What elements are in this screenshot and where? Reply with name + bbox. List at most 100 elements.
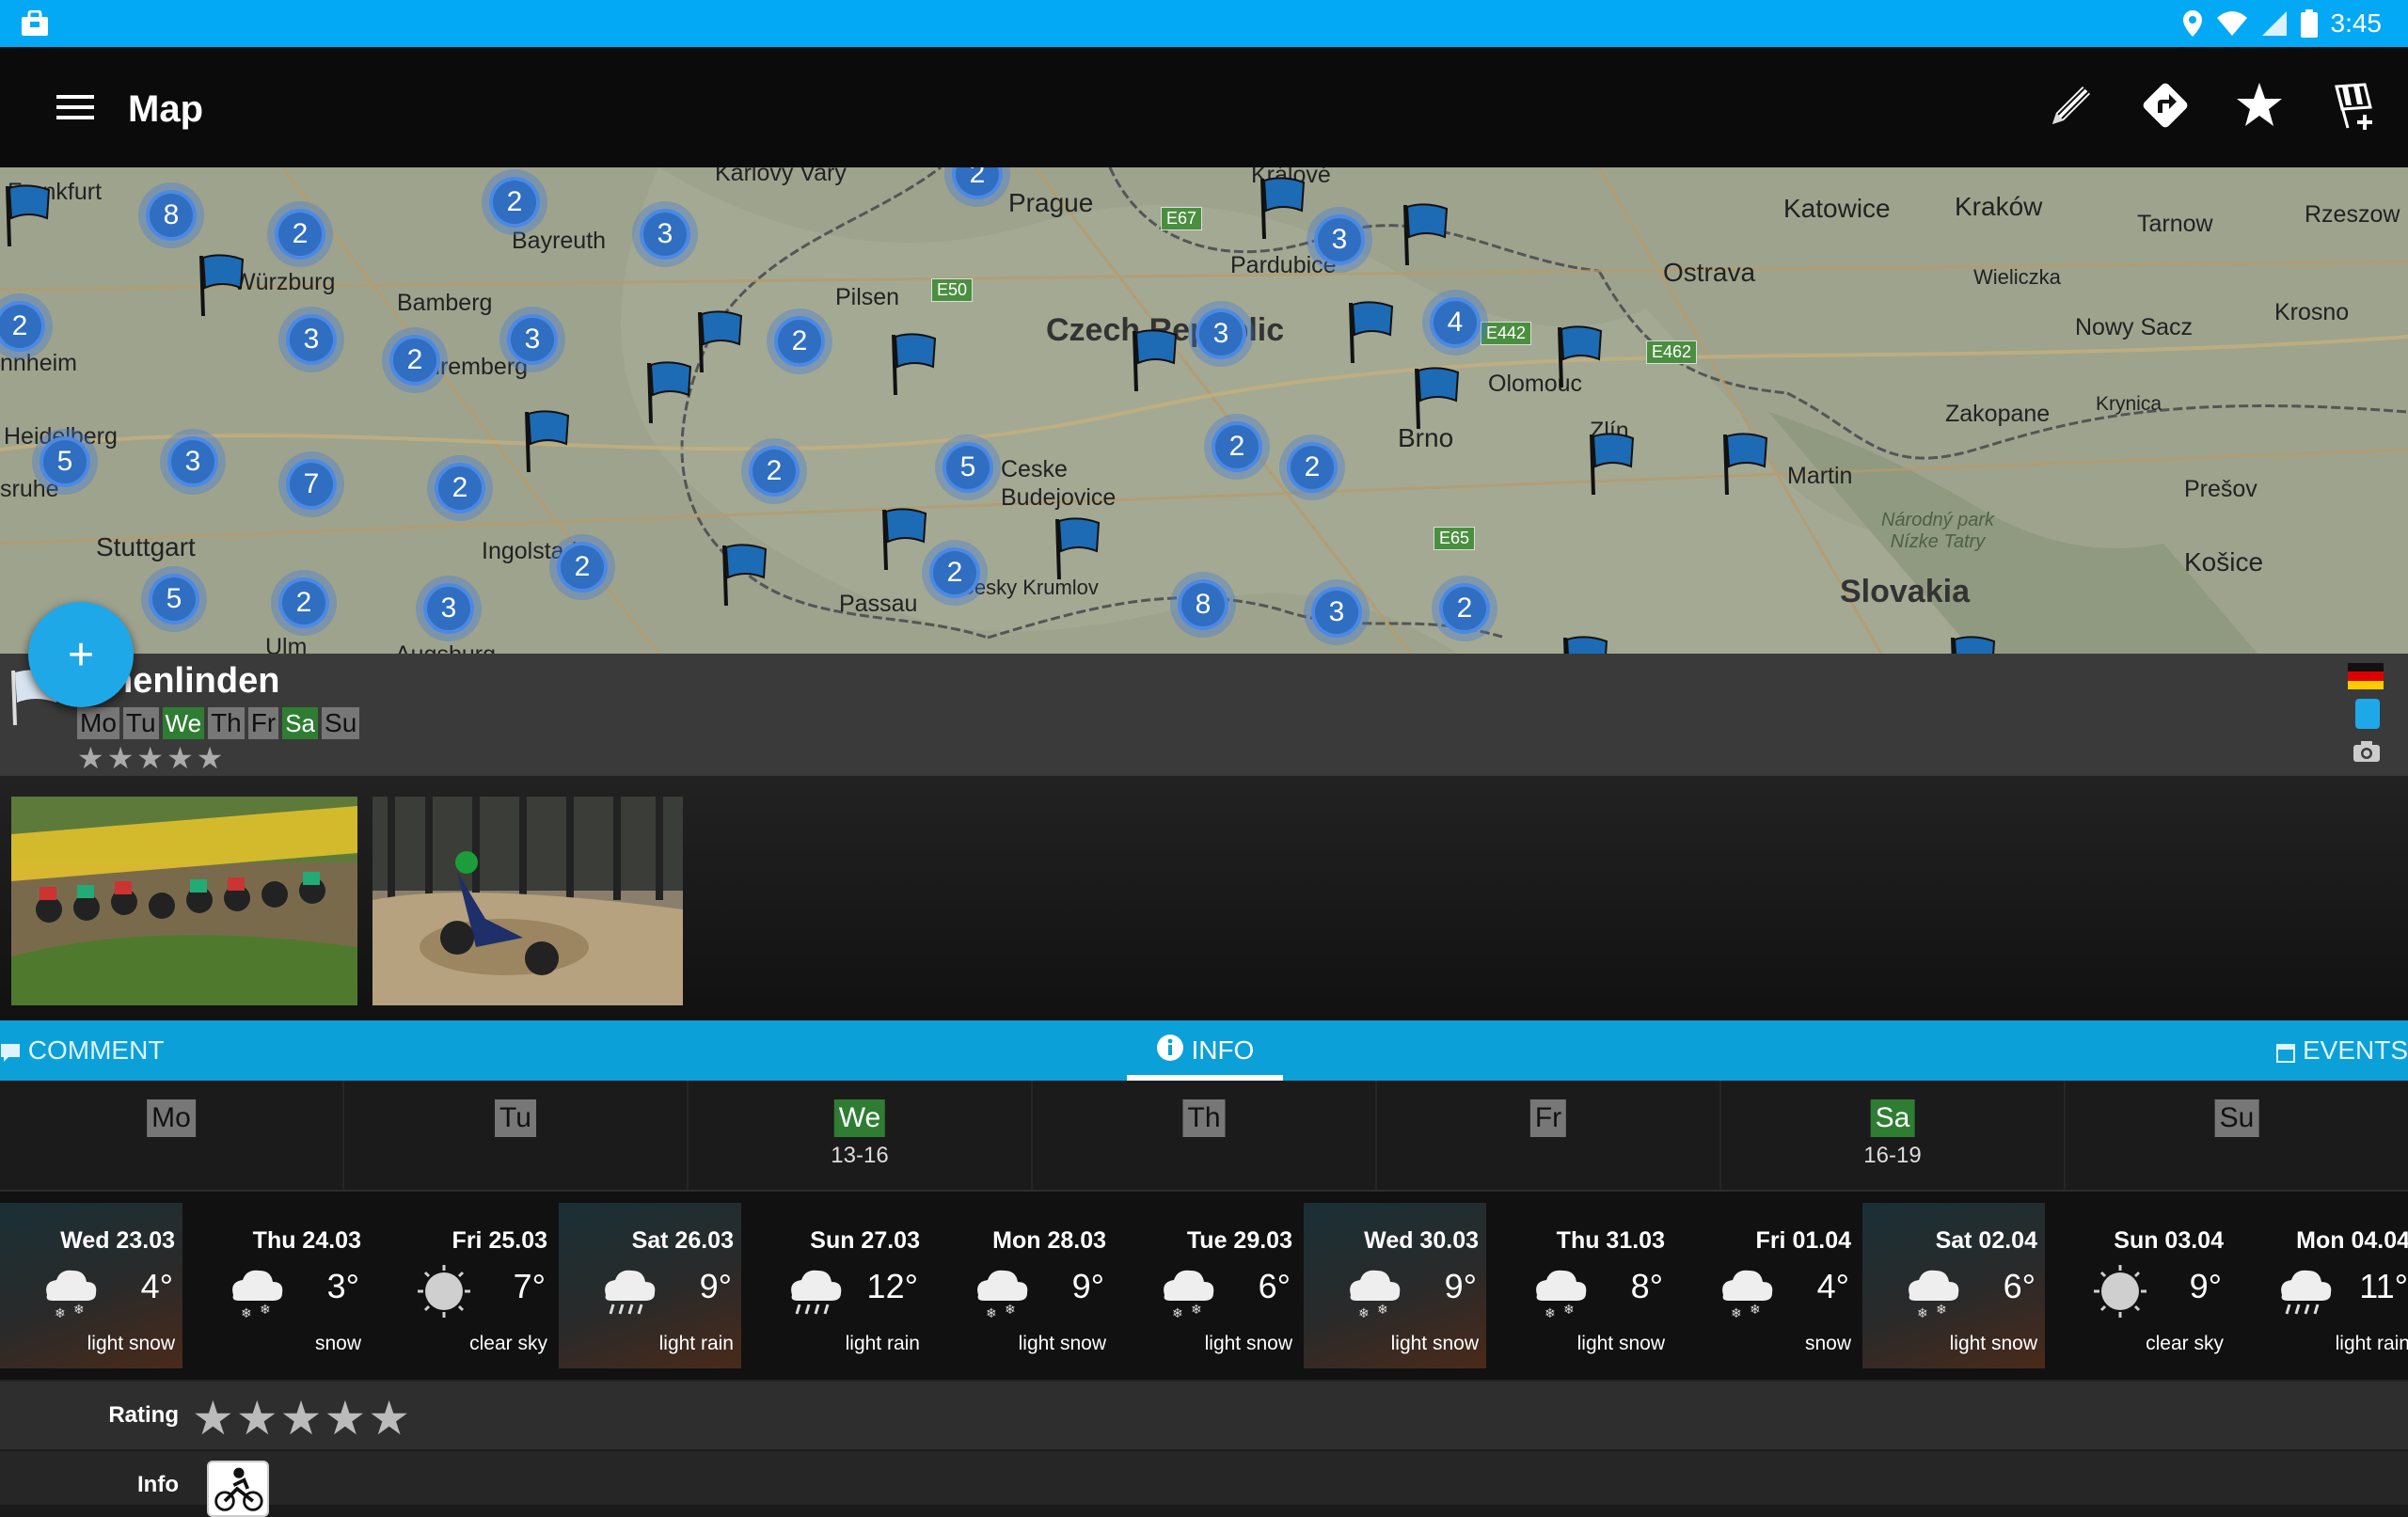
map-cluster[interactable]: 2 xyxy=(1439,583,1490,634)
flag-marker-icon[interactable] xyxy=(1558,634,1612,654)
flag-marker-icon[interactable] xyxy=(194,252,248,318)
flag-marker-icon[interactable] xyxy=(1255,175,1309,241)
map-label: Bamberg xyxy=(397,290,493,316)
snow-cloud-icon: ❄ ❄ xyxy=(1164,1270,1214,1320)
forecast-card[interactable]: Fri 01.04 ❄ ❄ 4° snow xyxy=(1676,1203,1859,1368)
directions-icon[interactable] xyxy=(2139,79,2192,132)
forecast-card[interactable]: Wed 23.03 ❄ ❄ 4° light snow xyxy=(0,1203,182,1368)
svg-text:❄: ❄ xyxy=(1358,1305,1370,1320)
flag-marker-icon[interactable] xyxy=(886,331,941,397)
svg-text:❄: ❄ xyxy=(1917,1305,1928,1320)
map-cluster[interactable]: 3 xyxy=(167,436,218,487)
forecast-date: Thu 31.03 xyxy=(1556,1227,1665,1254)
map-cluster[interactable]: 4 xyxy=(1430,297,1481,348)
add-fab-button[interactable]: + xyxy=(28,602,134,707)
forecast-card[interactable]: Wed 30.03 ❄ ❄ 9° light snow xyxy=(1304,1203,1486,1368)
flag-marker-icon[interactable] xyxy=(1584,431,1639,497)
map-cluster[interactable]: 5 xyxy=(149,574,199,624)
photo-thumbnail[interactable] xyxy=(11,797,357,1005)
rating-stars[interactable]: ★★★★★ xyxy=(192,1391,412,1446)
map-cluster[interactable]: 3 xyxy=(640,209,690,260)
map-cluster[interactable]: 3 xyxy=(1314,214,1365,265)
forecast-card[interactable]: Sun 03.04 9° clear sky xyxy=(2049,1203,2231,1368)
flag-marker-icon[interactable] xyxy=(519,408,574,474)
map-label: Národný park Nízke Tatry xyxy=(1880,510,1995,552)
map-cluster[interactable]: 2 xyxy=(435,463,485,514)
motocross-icon xyxy=(207,1461,269,1517)
map-cluster[interactable]: 7 xyxy=(286,459,337,510)
flag-marker-icon[interactable] xyxy=(642,359,696,425)
map-cluster[interactable]: 2 xyxy=(1212,421,1262,472)
forecast-temp: 9° xyxy=(1444,1267,1477,1305)
map-cluster[interactable]: 8 xyxy=(146,190,197,241)
map-cluster[interactable]: 5 xyxy=(943,442,993,493)
map-cluster[interactable]: 2 xyxy=(557,542,608,593)
flag-marker-icon[interactable] xyxy=(1718,431,1772,497)
flag-marker-icon[interactable] xyxy=(692,308,747,374)
map-label: Ostrava xyxy=(1663,258,1756,287)
forecast-card[interactable]: Mon 04.04 11° light rain xyxy=(2235,1203,2408,1368)
map-cluster[interactable]: 5 xyxy=(40,436,90,487)
map-cluster[interactable]: 2 xyxy=(278,577,329,628)
svg-text:❄: ❄ xyxy=(1563,1302,1575,1317)
pencil-icon[interactable] xyxy=(2045,79,2098,132)
forecast-card[interactable]: Sun 27.03 12° light rain xyxy=(745,1203,927,1368)
map-label: Košice xyxy=(2184,547,2264,577)
forecast-card[interactable]: Thu 24.03 ❄ ❄ 3° snow xyxy=(186,1203,369,1368)
tab-info[interactable]: INFO xyxy=(1127,1020,1283,1081)
camera-icon[interactable] xyxy=(2352,740,2382,763)
map-cluster[interactable]: 8 xyxy=(1178,579,1228,630)
map-cluster[interactable]: 3 xyxy=(1196,308,1246,359)
forecast-condition: light snow xyxy=(87,1333,175,1354)
forecast-condition: light snow xyxy=(1204,1333,1292,1354)
star-icon[interactable] xyxy=(2233,79,2286,132)
flag-marker-icon[interactable] xyxy=(1127,327,1181,393)
flag-marker-icon[interactable] xyxy=(1343,299,1398,365)
forecast-card[interactable]: Sat 26.03 9° light rain xyxy=(559,1203,741,1368)
map-cluster[interactable]: 2 xyxy=(489,177,540,228)
flag-marker-icon[interactable] xyxy=(717,542,771,608)
flag-marker-icon[interactable] xyxy=(1050,515,1104,581)
tab-comment[interactable]: COMMENT xyxy=(0,1020,164,1081)
flag-marker-icon[interactable] xyxy=(1945,634,2000,654)
wifi-icon xyxy=(2216,11,2247,36)
hamburger-menu-icon[interactable] xyxy=(56,92,94,122)
forecast-card[interactable]: Mon 28.03 ❄ ❄ 9° light snow xyxy=(931,1203,1114,1368)
map-label: Rzeszow xyxy=(2305,201,2400,228)
flag-marker-icon[interactable] xyxy=(1409,365,1464,431)
map-cluster[interactable]: 2 xyxy=(1287,442,1338,493)
map-label: Passau xyxy=(839,591,918,617)
flag-marker-icon[interactable] xyxy=(1552,324,1607,389)
map-cluster[interactable]: 2 xyxy=(774,316,825,367)
map-cluster[interactable]: 3 xyxy=(507,314,558,365)
map-view[interactable]: Frankfurt Prague Katowice Kraków Rzeszow… xyxy=(0,167,2408,654)
venue-summary[interactable]: henlinden Mo Tu We Th Fr Sa Su ★★★★★ xyxy=(0,654,2408,776)
weekday-column: Tu xyxy=(344,1081,689,1190)
flag-marker-icon[interactable] xyxy=(1398,201,1452,267)
tab-events[interactable]: EVENTS xyxy=(2276,1020,2408,1081)
weather-forecast[interactable]: Wed 23.03 ❄ ❄ 4° light snow Thu 24.03 ❄ ❄ 3° snow… xyxy=(0,1192,2408,1380)
plus-icon: + xyxy=(67,629,95,680)
map-cluster[interactable]: 2 xyxy=(929,547,980,598)
info-label: Info xyxy=(137,1472,179,1497)
map-cluster[interactable]: 2 xyxy=(749,446,800,497)
map-cluster[interactable]: 3 xyxy=(423,583,474,634)
svg-text:❄: ❄ xyxy=(260,1302,271,1317)
forecast-card[interactable]: Sat 02.04 ❄ ❄ 6° light snow xyxy=(1862,1203,2045,1368)
map-cluster[interactable]: 2 xyxy=(389,335,440,386)
flag-marker-icon[interactable] xyxy=(0,182,55,248)
tab-label: EVENTS xyxy=(2302,1035,2408,1065)
checkered-flag-add-icon[interactable] xyxy=(2327,79,2380,132)
map-cluster[interactable]: 2 xyxy=(275,209,325,260)
photo-thumbnail[interactable] xyxy=(372,797,683,1005)
comment-icon xyxy=(1,1043,20,1062)
map-pin-icon xyxy=(2355,699,2380,729)
map-cluster[interactable]: 3 xyxy=(1311,587,1362,638)
rain-cloud-icon xyxy=(791,1270,842,1315)
forecast-card[interactable]: Thu 31.03 ❄ ❄ 8° light snow xyxy=(1490,1203,1672,1368)
map-cluster[interactable]: 3 xyxy=(286,314,337,365)
flag-marker-icon[interactable] xyxy=(877,506,931,572)
forecast-temp: 4° xyxy=(140,1267,173,1305)
forecast-card[interactable]: Tue 29.03 ❄ ❄ 6° light snow xyxy=(1117,1203,1300,1368)
forecast-card[interactable]: Fri 25.03 7° clear sky xyxy=(372,1203,555,1368)
